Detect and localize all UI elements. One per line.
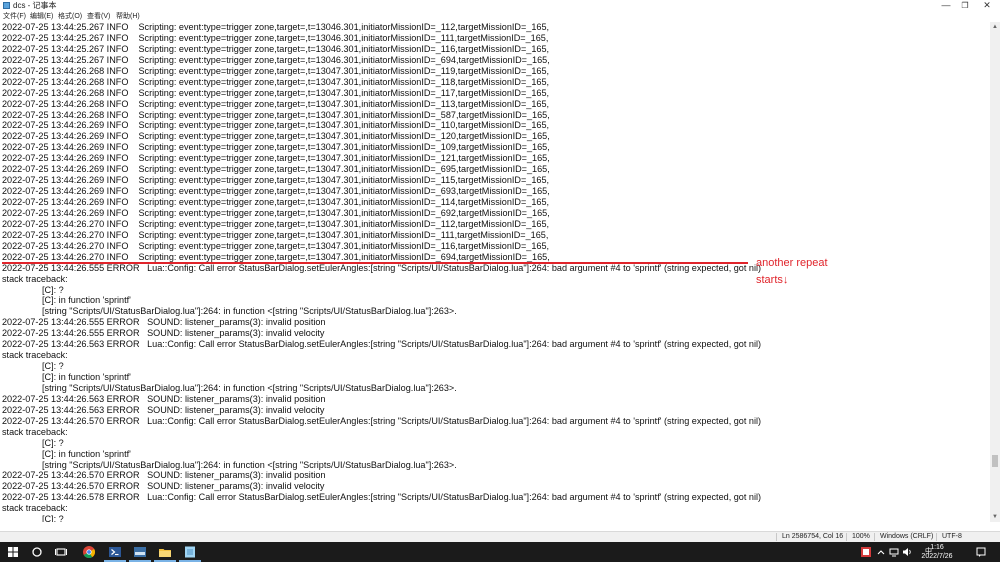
- log-line: 2022-07-25 13:44:26.563 ERROR SOUND: lis…: [2, 393, 326, 404]
- log-line: 2022-07-25 13:44:26.268 INFO Scripting: …: [2, 76, 550, 87]
- log-line: 2022-07-25 13:44:26.268 INFO Scripting: …: [2, 109, 550, 120]
- cursor-position: Ln 2586754, Col 16: [782, 533, 844, 540]
- log-line: stack traceback:: [2, 350, 68, 361]
- log-line: [string "Scripts/UI/StatusBarDialog.lua"…: [42, 459, 457, 470]
- status-separator: [776, 533, 777, 541]
- log-line: 2022-07-25 13:44:26.269 INFO Scripting: …: [2, 186, 550, 197]
- log-line: [C]: in function 'sprintf': [42, 448, 131, 459]
- scrollbar-thumb[interactable]: [992, 455, 998, 467]
- system-clock[interactable]: 1:16 2022/7/26: [914, 543, 960, 561]
- log-line: 2022-07-25 13:44:25.267 INFO Scripting: …: [2, 22, 550, 32]
- log-line: [string "Scripts/UI/StatusBarDialog.lua"…: [42, 306, 457, 317]
- file-explorer-icon[interactable]: [158, 545, 172, 559]
- scroll-up-icon[interactable]: ▲: [990, 22, 1000, 32]
- log-line: 2022-07-25 13:44:25.267 INFO Scripting: …: [2, 54, 550, 65]
- title-bar: dcs - 记事本 — ❐ ✕: [0, 0, 1000, 11]
- log-line: 2022-07-25 13:44:26.269 INFO Scripting: …: [2, 120, 550, 131]
- maximize-button[interactable]: ❐: [954, 0, 976, 11]
- powershell-icon[interactable]: [108, 545, 122, 559]
- clock-time: 1:16: [930, 544, 944, 551]
- log-line: 2022-07-25 13:44:26.268 INFO Scripting: …: [2, 87, 550, 98]
- log-line: 2022-07-25 13:44:26.578 ERROR Lua::Confi…: [2, 492, 762, 503]
- log-line: stack traceback:: [2, 503, 68, 514]
- notepad-app-icon: [3, 2, 10, 9]
- log-line: 2022-07-25 13:44:26.269 INFO Scripting: …: [2, 207, 550, 218]
- chrome-icon[interactable]: [82, 545, 96, 559]
- log-line: 2022-07-25 13:44:26.555 ERROR SOUND: lis…: [2, 328, 325, 339]
- log-line: [C]: in function 'sprintf': [42, 295, 131, 306]
- annotation-line-2: starts↓: [756, 274, 789, 286]
- log-line: 2022-07-25 13:44:26.563 ERROR SOUND: lis…: [2, 404, 325, 415]
- log-line: 2022-07-25 13:44:25.267 INFO Scripting: …: [2, 32, 549, 43]
- task-view-icon[interactable]: [54, 545, 68, 559]
- annotation-underline: [2, 262, 748, 264]
- menu-edit[interactable]: 编辑(E): [30, 11, 53, 22]
- text-editor-area[interactable]: 2022-07-25 13:44:25.267 INFO Scripting: …: [0, 22, 990, 522]
- zoom-level: 100%: [852, 533, 870, 540]
- log-line: 2022-07-25 13:44:26.269 INFO Scripting: …: [2, 142, 550, 153]
- log-line: 2022-07-25 13:44:26.570 ERROR Lua::Confi…: [2, 415, 762, 426]
- log-line: [string "Scripts/UI/StatusBarDialog.lua"…: [42, 382, 457, 393]
- log-line: 2022-07-25 13:44:26.269 INFO Scripting: …: [2, 131, 550, 142]
- notepad-taskbar-icon[interactable]: [183, 545, 197, 559]
- notification-icon[interactable]: [975, 546, 987, 558]
- log-line: [C]: ?: [42, 514, 64, 522]
- menu-format[interactable]: 格式(O): [58, 11, 82, 22]
- status-separator: [936, 533, 937, 541]
- log-line: 2022-07-25 13:44:26.269 INFO Scripting: …: [2, 153, 550, 164]
- line-ending: Windows (CRLF): [880, 533, 934, 540]
- tray-app-icon[interactable]: [860, 546, 872, 558]
- log-line: 2022-07-25 13:44:26.563 ERROR Lua::Confi…: [2, 339, 762, 350]
- log-line: stack traceback:: [2, 426, 68, 437]
- status-separator: [846, 533, 847, 541]
- status-separator: [874, 533, 875, 541]
- menu-view[interactable]: 查看(V): [87, 11, 110, 22]
- log-line: 2022-07-25 13:44:26.570 ERROR SOUND: lis…: [2, 481, 325, 492]
- log-line: [C]: in function 'sprintf': [42, 372, 131, 382]
- encoding: UTF-8: [942, 533, 962, 540]
- log-text: 2022-07-25 13:44:25.267 INFO Scripting: …: [2, 22, 761, 522]
- window-title: dcs - 记事本: [13, 1, 57, 10]
- clock-date: 2022/7/26: [921, 553, 953, 560]
- annotation-line-1: another repeat: [756, 257, 828, 269]
- log-line: 2022-07-25 13:44:26.269 INFO Scripting: …: [2, 164, 550, 175]
- network-icon[interactable]: [888, 546, 900, 558]
- log-line: 2022-07-25 13:44:26.270 INFO Scripting: …: [2, 229, 549, 240]
- log-line: stack traceback:: [2, 273, 68, 284]
- log-line: 2022-07-25 13:44:26.555 ERROR SOUND: lis…: [2, 317, 326, 328]
- log-line: 2022-07-25 13:44:26.270 INFO Scripting: …: [2, 240, 550, 251]
- log-line: 2022-07-25 13:44:26.270 INFO Scripting: …: [2, 218, 550, 229]
- log-line: 2022-07-25 13:44:26.555 ERROR Lua::Confi…: [2, 262, 762, 273]
- close-button[interactable]: ✕: [976, 0, 998, 11]
- log-line: 2022-07-25 13:44:26.268 INFO Scripting: …: [2, 65, 550, 76]
- vertical-scrollbar[interactable]: ▲ ▼: [990, 22, 1000, 522]
- menu-help[interactable]: 帮助(H): [116, 11, 140, 22]
- log-line: 2022-07-25 13:44:26.270 INFO Scripting: …: [2, 251, 550, 262]
- taskbar: 中 1:16 2022/7/26: [0, 542, 1000, 562]
- volume-icon[interactable]: [901, 546, 913, 558]
- log-line: [C]: ?: [42, 284, 64, 295]
- log-line: 2022-07-25 13:44:26.570 ERROR SOUND: lis…: [2, 470, 326, 481]
- menu-bar: 文件(F) 编辑(E) 格式(O) 查看(V) 帮助(H): [0, 11, 1000, 22]
- dcs-icon[interactable]: [133, 545, 147, 559]
- menu-file[interactable]: 文件(F): [3, 11, 26, 22]
- annotation-note: another repeat starts↓: [756, 255, 906, 289]
- log-line: 2022-07-25 13:44:25.267 INFO Scripting: …: [2, 43, 550, 54]
- log-line: [C]: ?: [42, 361, 64, 372]
- search-circle-icon[interactable]: [30, 545, 44, 559]
- scroll-down-icon[interactable]: ▼: [990, 512, 1000, 522]
- log-line: 2022-07-25 13:44:26.269 INFO Scripting: …: [2, 197, 550, 207]
- windows-start-icon[interactable]: [6, 545, 20, 559]
- log-line: 2022-07-25 13:44:26.269 INFO Scripting: …: [2, 175, 550, 186]
- chevron-up-icon[interactable]: [875, 546, 887, 558]
- status-bar: Ln 2586754, Col 16 100% Windows (CRLF) U…: [0, 531, 1000, 542]
- log-line: 2022-07-25 13:44:26.268 INFO Scripting: …: [2, 98, 550, 109]
- log-line: [C]: ?: [42, 437, 64, 448]
